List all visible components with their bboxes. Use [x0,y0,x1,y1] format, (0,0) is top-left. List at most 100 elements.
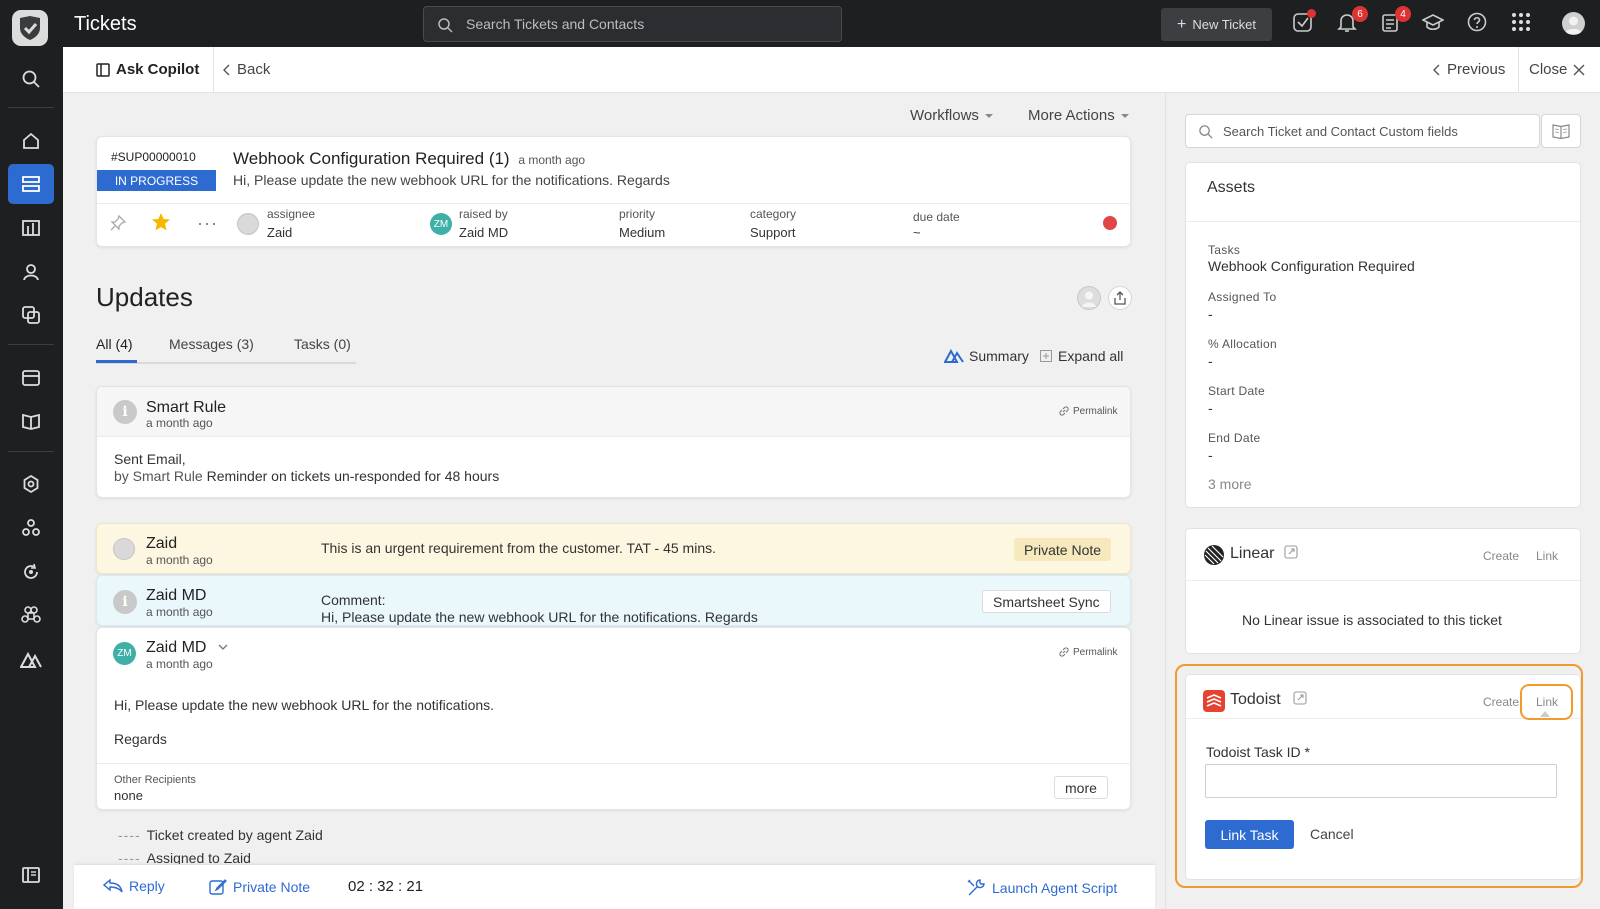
reply-button[interactable]: Reply [103,878,165,894]
star-button[interactable] [151,212,171,232]
previous-button[interactable]: Previous [1433,61,1505,78]
category-value[interactable]: Support [750,225,796,240]
field-value-end-date[interactable]: - [1208,447,1213,463]
fields-book-button[interactable] [1541,114,1581,148]
sidebar-apps[interactable] [8,596,54,636]
smart-rule-prefix: by Smart Rule [114,468,203,484]
custom-fields-search[interactable] [1185,114,1540,148]
sidebar-knowledge[interactable] [8,401,54,441]
sidebar-tickets[interactable] [8,164,54,204]
more-options-icon[interactable]: ··· [197,213,218,234]
back-button[interactable]: Back [223,61,270,78]
assets-card: Assets Tasks Webhook Configuration Requi… [1185,162,1581,508]
window-icon [22,370,40,386]
todo-check-button[interactable] [1292,9,1318,37]
info-icon: i [113,400,137,424]
field-value-start-date[interactable]: - [1208,400,1213,416]
tab-messages[interactable]: Messages (3) [169,336,254,352]
tab-all[interactable]: All (4) [96,336,133,352]
more-button[interactable]: more [1054,776,1108,799]
recipients-label: Other Recipients [114,774,196,786]
raised-by-value[interactable]: Zaid MD [459,225,508,240]
reply-bar: Reply Private Note 02 : 32 : 21 Launch A… [74,864,1155,909]
smart-rule-update: i Smart Rule a month ago Permalink Sent … [96,386,1131,498]
custom-fields-search-input[interactable] [1223,115,1533,147]
due-date-value[interactable]: ~ [913,225,921,240]
comment-update[interactable]: i Zaid MD a month ago Comment: Hi, Pleas… [96,575,1131,626]
more-actions-label: More Actions [1028,107,1115,124]
share-button[interactable] [1108,286,1132,310]
private-note-button[interactable]: Private Note [209,878,310,896]
update-author: Smart Rule [146,399,227,416]
chevron-down-icon[interactable] [218,644,228,651]
tab-tasks[interactable]: Tasks (0) [294,336,351,352]
academy-button[interactable] [1422,11,1448,37]
ask-copilot-button[interactable]: Ask Copilot [96,61,199,78]
linear-link-link[interactable]: Link [1536,549,1558,563]
ticket-timer[interactable]: 02 : 32 : 21 [348,878,423,895]
app-logo[interactable] [12,10,48,46]
sidebar-settings[interactable] [8,464,54,504]
smart-rule-line2: by Smart Rule Reminder on tickets un-res… [114,468,499,485]
grid-icon [1512,13,1530,31]
status-badge[interactable]: IN PROGRESS [97,170,216,191]
external-link-icon[interactable] [1284,545,1298,559]
permalink-label: Permalink [1073,646,1118,658]
expand-all-button[interactable]: Expand all [1040,348,1123,364]
permalink-link[interactable]: Permalink [1058,646,1117,658]
expand-all-label: Expand all [1058,348,1124,364]
tickets-icon [22,176,40,192]
private-note-update[interactable]: Zaid a month ago This is an urgent requi… [96,523,1131,574]
summary-button[interactable]: Summary [944,348,1029,364]
sidebar-assets[interactable] [8,295,54,335]
sidebar-workflows[interactable] [8,508,54,548]
reply-label: Reply [129,878,165,894]
ticket-summary-card: #SUP00000010 IN PROGRESS Webhook Configu… [96,136,1131,247]
apps-grid-button[interactable] [1510,11,1536,37]
comment-line1: Comment: [321,592,386,608]
smart-rule-line1: Sent Email, [114,451,186,467]
pin-button[interactable] [109,214,127,232]
priority-value[interactable]: Medium [619,225,665,240]
help-button[interactable] [1466,11,1492,37]
sidebar-home[interactable] [8,121,54,161]
tasks-button[interactable]: 4 [1379,6,1411,37]
expand-icon [1040,350,1052,362]
workflows-dropdown[interactable]: Workflows [910,107,993,124]
help-icon [1467,12,1487,32]
launch-agent-script-button[interactable]: Launch Agent Script [966,878,1117,898]
sidebar-reports[interactable] [8,208,54,248]
previous-label: Previous [1447,61,1506,78]
sidebar-search[interactable] [8,59,54,99]
copilot-logo-icon [944,349,964,363]
watchers-avatar[interactable] [1077,286,1101,310]
linear-title: Linear [1230,545,1275,562]
linear-create-link[interactable]: Create [1483,549,1519,563]
more-actions-dropdown[interactable]: More Actions [1028,107,1129,124]
update-time: a month ago [146,657,213,671]
field-value-allocation[interactable]: - [1208,353,1213,369]
sidebar-copilot[interactable] [8,640,54,680]
chevron-left-icon [1433,64,1440,75]
sidebar-toggle[interactable] [8,855,54,895]
share-icon [1114,291,1126,305]
show-more-link[interactable]: 3 more [1208,476,1252,492]
ticket-id: #SUP00000010 [111,150,196,164]
user-avatar[interactable] [1562,12,1585,35]
sidebar-automation[interactable] [8,552,54,592]
field-value-assigned-to[interactable]: - [1208,306,1213,322]
close-button[interactable]: Close [1529,61,1585,78]
notifications-button[interactable]: 6 [1336,6,1368,37]
new-ticket-button[interactable]: + New Ticket [1161,8,1272,41]
assignee-value[interactable]: Zaid [267,225,292,240]
global-search[interactable] [423,6,842,42]
sidebar-browser[interactable] [8,358,54,398]
global-search-input[interactable] [466,7,836,41]
permalink-link[interactable]: Permalink [1058,405,1117,417]
raised-by-label: raised by [459,207,508,221]
permalink-label: Permalink [1073,405,1118,417]
sidebar-contacts[interactable] [8,252,54,292]
field-value-tasks[interactable]: Webhook Configuration Required [1208,258,1415,274]
message-update: ZM Zaid MD a month ago Permalink Hi, Ple… [96,627,1131,810]
tools-icon [967,879,985,896]
